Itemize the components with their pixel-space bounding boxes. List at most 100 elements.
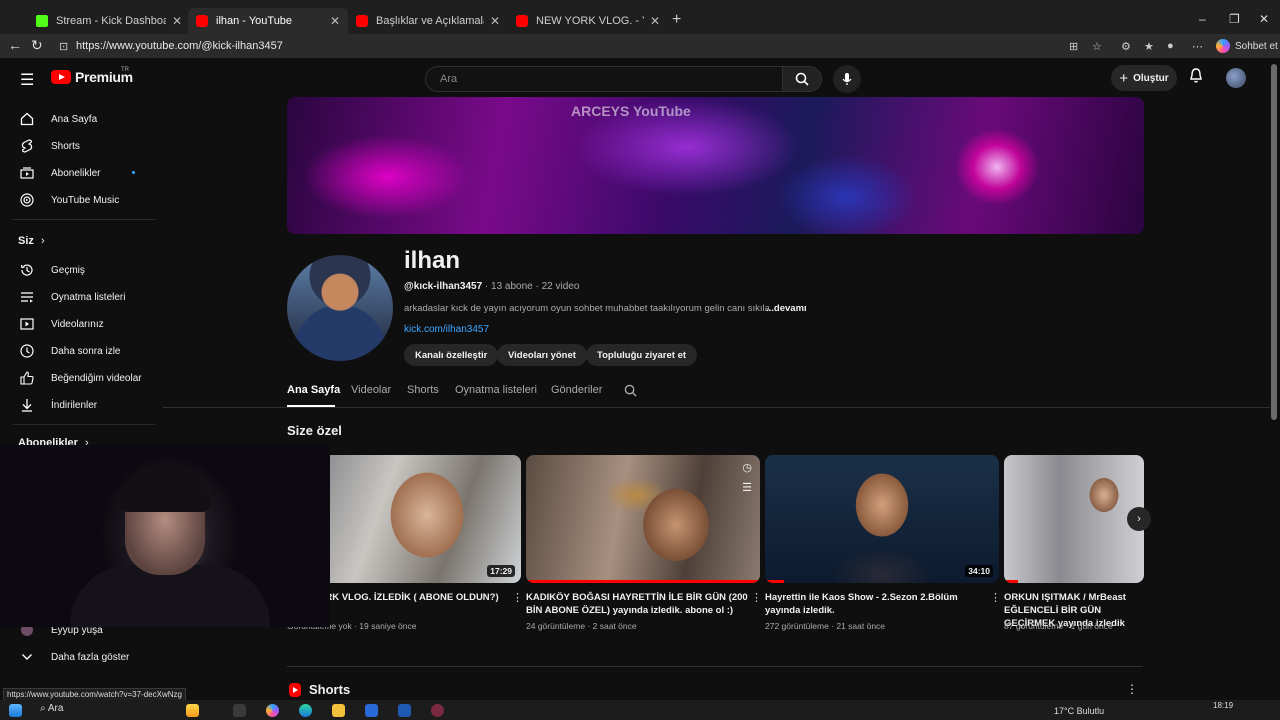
browser-tab-newyork[interactable]: NEW YORK VLOG. - YouTube ✕ — [508, 8, 668, 34]
video-card[interactable]: ORKUN IŞITMAK / MrBeast EĞLENCELİ BİR GÜ… — [1004, 455, 1144, 631]
watch-later-icon — [19, 344, 35, 358]
history-icon — [19, 263, 35, 277]
copilot-button[interactable]: Sohbet et — [1216, 37, 1278, 55]
shorts-section-title: Shorts — [309, 682, 351, 697]
tab-playlists[interactable]: Oynatma listeleri — [455, 384, 537, 396]
sidebar-item-label: Oynatma listeleri — [51, 291, 126, 303]
tab-posts[interactable]: Gönderiler — [551, 384, 602, 396]
video-thumbnail[interactable]: 34:10 — [765, 455, 999, 583]
playlists-icon — [19, 291, 35, 303]
refresh-icon[interactable]: ↻ — [31, 37, 43, 54]
youtube-icon — [356, 15, 368, 27]
search-input[interactable]: Ara — [425, 66, 783, 92]
taskbar-clock[interactable]: 18:19 — [1213, 701, 1233, 710]
outlook-icon[interactable] — [398, 704, 411, 717]
watch-later-icon[interactable]: ◷ — [742, 461, 752, 474]
tab-videos[interactable]: Videolar — [351, 384, 391, 396]
video-thumbnail[interactable]: ◷ ☰ — [526, 455, 760, 583]
more-vert-icon[interactable]: ⋮ — [990, 591, 1001, 604]
taskbar-search[interactable]: ⌕ Ara — [40, 703, 63, 714]
back-icon[interactable]: ← — [8, 37, 22, 53]
profile-icon[interactable]: ● — [1167, 40, 1174, 52]
sidebar-item-your-videos[interactable]: Videolarınız — [3, 312, 155, 336]
sidebar-item-label: Daha fazla göster — [51, 651, 130, 663]
app-icon[interactable] — [431, 704, 444, 717]
youtube-play-icon — [51, 70, 71, 84]
channel-search-button[interactable] — [624, 384, 637, 402]
sidebar-item-history[interactable]: Geçmiş — [3, 258, 155, 282]
new-tab-button[interactable]: + — [672, 11, 681, 29]
sidebar-item-youtube-music[interactable]: YouTube Music — [3, 188, 155, 212]
tab-shorts[interactable]: Shorts — [407, 384, 439, 396]
channel-handle: @kıck-ilhan3457 — [404, 281, 483, 292]
store-icon[interactable] — [365, 704, 378, 717]
create-button[interactable]: + Oluştur — [1111, 65, 1177, 91]
edge-icon[interactable] — [299, 704, 312, 717]
extensions-icon[interactable]: ⚙ — [1121, 40, 1131, 53]
browser-tab-kick[interactable]: Stream - Kick Dashboard ✕ — [28, 8, 190, 34]
sidebar-item-liked-videos[interactable]: Beğendiğim videolar — [3, 366, 155, 390]
favorites-icon[interactable]: ★ — [1144, 40, 1154, 53]
file-explorer-icon[interactable] — [332, 704, 345, 717]
video-thumbnail[interactable] — [1004, 455, 1144, 583]
url-field[interactable]: https://www.youtube.com/@kick-ilhan3457 — [76, 40, 283, 52]
sidebar-show-more[interactable]: Daha fazla göster — [3, 645, 155, 669]
channel-link[interactable]: kick.com/ilhan3457 — [404, 324, 489, 335]
search-button[interactable] — [782, 66, 822, 92]
tab-title: NEW YORK VLOG. - YouTube — [536, 15, 644, 27]
copilot-icon[interactable] — [266, 704, 279, 717]
youtube-logo[interactable]: Premium TR — [51, 67, 133, 85]
weather-widget[interactable]: 17°C Bulutlu — [1054, 706, 1104, 716]
favorite-star-icon[interactable]: ☆ — [1092, 40, 1102, 53]
scrollbar-thumb[interactable] — [1271, 64, 1277, 420]
customize-channel-button[interactable]: Kanalı özelleştir — [404, 344, 499, 366]
youtube-icon — [196, 15, 208, 27]
sidebar-item-label: Beğendiğim videolar — [51, 372, 142, 384]
video-title[interactable]: KADIKÖY BOĞASI HAYRETTİN İLE BİR GÜN (20… — [526, 591, 748, 617]
tab-home[interactable]: Ana Sayfa — [287, 384, 340, 396]
sidebar-item-subscriptions[interactable]: Abonelikler — [3, 161, 155, 185]
sidebar-you-header[interactable]: Siz › — [18, 235, 45, 247]
account-avatar[interactable] — [1226, 68, 1246, 88]
add-to-queue-icon[interactable]: ☰ — [742, 481, 752, 494]
more-menu-icon[interactable]: ⋯ — [1192, 40, 1203, 53]
sidebar-item-shorts[interactable]: Shorts — [3, 134, 155, 158]
apps-icon[interactable]: ⊞ — [1069, 40, 1078, 53]
webcam-overlay — [0, 445, 330, 627]
description-more-link[interactable]: ...devamı — [766, 303, 807, 314]
browser-tab-basliklar[interactable]: Başlıklar ve Açıklamalar Hâlâ Öne... ✕ — [348, 8, 508, 34]
more-vert-icon[interactable]: ⋮ — [751, 591, 762, 604]
video-card[interactable]: 34:10 Hayrettin ile Kaos Show - 2.Sezon … — [765, 455, 1001, 631]
channel-avatar-large[interactable] — [287, 255, 393, 361]
channel-description[interactable]: arkadaslar kıck de yayın acıyorum oyun s… — [404, 303, 770, 314]
minimize-icon[interactable]: – — [1199, 12, 1206, 26]
voice-search-button[interactable] — [833, 65, 861, 93]
sidebar-item-home[interactable]: Ana Sayfa — [3, 107, 155, 131]
browser-tab-ilhan[interactable]: ilhan - YouTube ✕ — [188, 8, 348, 34]
visit-community-button[interactable]: Topluluğu ziyaret et — [586, 344, 698, 366]
maximize-icon[interactable]: ❐ — [1229, 12, 1240, 26]
more-vert-icon[interactable]: ⋮ — [512, 591, 523, 604]
close-window-icon[interactable]: ✕ — [1259, 12, 1269, 26]
windows-start-icon[interactable] — [9, 704, 22, 717]
video-title[interactable]: Hayrettin ile Kaos Show - 2.Sezon 2.Bölü… — [765, 591, 987, 617]
new-content-dot — [132, 171, 135, 174]
carousel-next-button[interactable]: › — [1127, 507, 1151, 531]
close-icon[interactable]: ✕ — [490, 14, 500, 28]
sidebar-item-watch-later[interactable]: Daha sonra izle — [3, 339, 155, 363]
site-info-icon[interactable]: ⊡ — [59, 40, 68, 53]
close-icon[interactable]: ✕ — [172, 14, 182, 28]
more-vert-icon[interactable]: ⋮ — [1126, 682, 1138, 696]
sidebar-item-playlists[interactable]: Oynatma listeleri — [3, 285, 155, 309]
close-icon[interactable]: ✕ — [650, 14, 660, 28]
sidebar-item-downloads[interactable]: İndirilenler — [3, 393, 155, 417]
manage-videos-button[interactable]: Videoları yönet — [497, 344, 587, 366]
task-view-icon[interactable] — [233, 704, 246, 717]
webcam-person-hair — [120, 467, 210, 512]
widgets-icon[interactable] — [186, 704, 199, 717]
close-icon[interactable]: ✕ — [330, 14, 340, 28]
sidebar-item-label: Abonelikler — [51, 167, 101, 179]
notifications-button[interactable] — [1189, 68, 1203, 89]
video-card[interactable]: ◷ ☰ KADIKÖY BOĞASI HAYRETTİN İLE BİR GÜN… — [526, 455, 762, 631]
menu-icon[interactable]: ☰ — [20, 70, 34, 90]
